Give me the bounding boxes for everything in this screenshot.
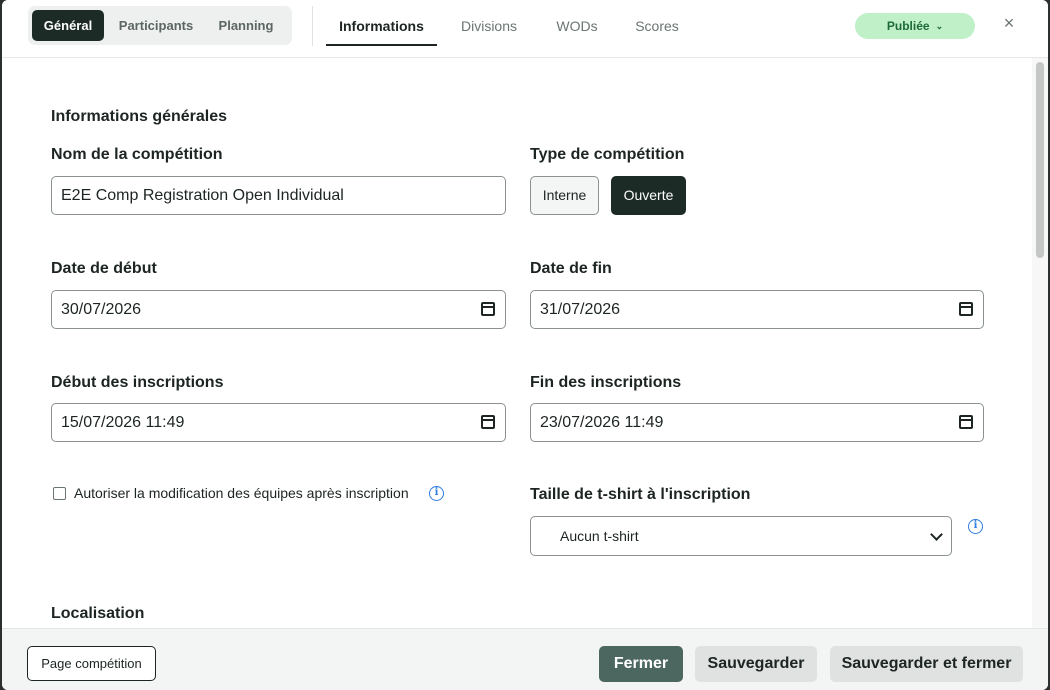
start-date-input[interactable]: 30/07/2026 [51, 290, 506, 329]
reg-start-value: 15/07/2026 11:49 [61, 414, 185, 431]
tshirt-select-value: Aucun t-shirt [560, 528, 639, 544]
close-button[interactable]: Fermer [599, 646, 683, 682]
reg-end-input[interactable]: 23/07/2026 11:49 [530, 403, 984, 442]
calendar-icon[interactable] [481, 415, 495, 429]
end-date-input[interactable]: 31/07/2026 [530, 290, 984, 329]
calendar-icon[interactable] [959, 415, 973, 429]
allow-team-edit-checkbox[interactable] [53, 487, 66, 500]
chevron-down-icon [930, 528, 943, 541]
type-internal-button[interactable]: Interne [530, 176, 599, 215]
tshirt-select[interactable]: Aucun t-shirt [530, 516, 952, 556]
end-date-value: 31/07/2026 [540, 301, 621, 318]
chevron-down-icon: ⌄ [935, 21, 944, 31]
close-icon[interactable]: × [998, 12, 1020, 34]
competition-modal: Général Participants Planning Informatio… [2, 0, 1048, 690]
modal-header: Général Participants Planning Informatio… [2, 0, 1048, 58]
reg-end-label: Fin des inscriptions [530, 374, 682, 391]
tshirt-label: Taille de t-shirt à l'inscription [530, 486, 751, 503]
reg-start-label: Début des inscriptions [51, 374, 224, 391]
type-open-button[interactable]: Ouverte [611, 176, 686, 215]
segment-participants[interactable]: Participants [108, 10, 204, 41]
scrollbar-thumb[interactable] [1036, 62, 1044, 258]
segment-general[interactable]: Général [32, 10, 104, 41]
start-date-value: 30/07/2026 [61, 301, 142, 318]
end-date-label: Date de fin [530, 260, 612, 277]
save-button[interactable]: Sauvegarder [695, 646, 817, 682]
modal-footer: Page compétition Fermer Sauvegarder Sauv… [2, 628, 1048, 690]
tab-wods[interactable]: WODs [546, 0, 608, 46]
calendar-icon[interactable] [959, 302, 973, 316]
form-content: Informations générales Nom de la compéti… [2, 58, 1032, 628]
reg-start-input[interactable]: 15/07/2026 11:49 [51, 403, 506, 442]
status-label: Publiée [886, 19, 930, 33]
tab-scores[interactable]: Scores [624, 0, 690, 46]
tab-divisions[interactable]: Divisions [450, 0, 528, 46]
tab-informations[interactable]: Informations [326, 0, 437, 46]
type-label: Type de compétition [530, 146, 685, 163]
calendar-icon[interactable] [481, 302, 495, 316]
competition-name-input[interactable]: E2E Comp Registration Open Individual [51, 176, 506, 215]
competition-page-button[interactable]: Page compétition [27, 646, 156, 681]
section-title-general: Informations générales [51, 108, 228, 125]
reg-end-value: 23/07/2026 11:49 [540, 414, 664, 431]
info-icon[interactable]: i [968, 519, 983, 534]
allow-team-edit-label: Autoriser la modification des équipes ap… [74, 485, 409, 501]
segment-planning[interactable]: Planning [208, 10, 284, 41]
status-dropdown[interactable]: Publiée ⌄ [855, 13, 975, 39]
section-segmented-control: Général Participants Planning [28, 6, 292, 45]
section-title-location: Localisation [51, 605, 145, 622]
start-date-label: Date de début [51, 260, 157, 277]
save-and-close-button[interactable]: Sauvegarder et fermer [830, 646, 1023, 682]
name-label: Nom de la compétition [51, 146, 223, 163]
header-divider [312, 6, 313, 46]
info-icon[interactable]: i [429, 486, 444, 501]
